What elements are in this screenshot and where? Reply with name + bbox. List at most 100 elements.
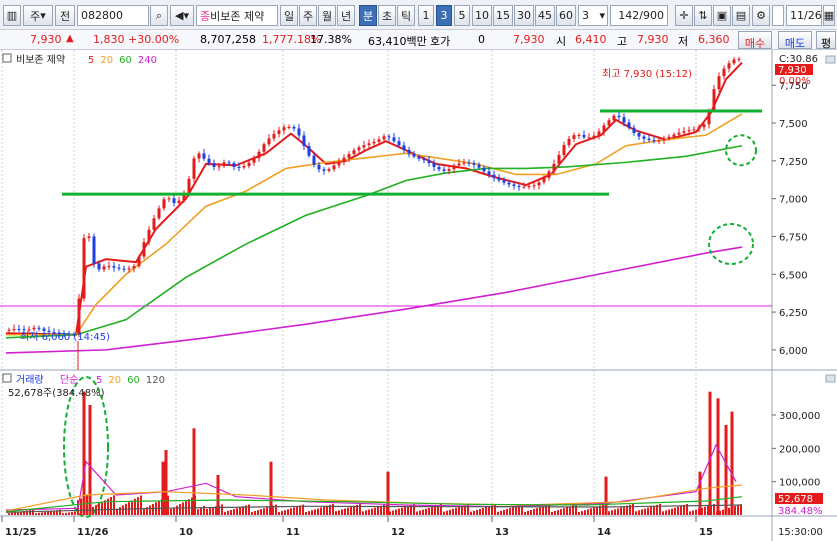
volume-bar <box>500 510 502 515</box>
tab-period-minute[interactable]: 분 <box>359 5 377 26</box>
candle-body <box>622 117 626 123</box>
current-volume-label: 52,678 <box>778 494 813 505</box>
tab-period-year[interactable]: 년 <box>337 5 355 26</box>
tab-period-week[interactable]: 주 <box>299 5 317 26</box>
price-y-tick-label: 7,250 <box>779 157 808 168</box>
volume-bar <box>560 509 562 515</box>
volume-bar <box>584 510 586 515</box>
period-toggle[interactable]: 전 <box>55 5 75 26</box>
candle-body <box>677 132 681 135</box>
volume-spike-bar <box>716 398 720 515</box>
volume-bar <box>581 511 583 515</box>
volume-spike-bar <box>216 475 220 515</box>
crosshair-icon[interactable]: ✛ <box>675 5 693 26</box>
top-right-label: C:30.86 <box>779 54 818 65</box>
interval-5[interactable]: 5 <box>454 5 470 26</box>
volume-bar <box>254 511 256 515</box>
candle-body <box>297 128 301 136</box>
speaker-icon[interactable]: ◀▾ <box>170 5 194 26</box>
tools-icon[interactable]: ⇅ <box>694 5 712 26</box>
candle-body <box>302 135 306 147</box>
sell-button[interactable]: 매도 <box>778 31 812 50</box>
candle-body <box>202 153 206 159</box>
volume-bar <box>665 510 667 515</box>
search-icon[interactable]: ⌕ <box>150 5 168 26</box>
volume-bar <box>542 506 544 515</box>
volume-bar <box>623 506 625 515</box>
candle-body <box>607 120 611 126</box>
candle-body <box>547 171 551 178</box>
tab-period-second[interactable]: 초 <box>378 5 396 26</box>
interval-3[interactable]: 3 <box>436 5 452 26</box>
interval-60[interactable]: 60 <box>556 5 576 26</box>
volume-bar <box>533 509 535 515</box>
volume-bar <box>371 508 373 515</box>
market-select[interactable]: 주 ▾ <box>23 5 53 26</box>
candle-body <box>572 135 576 139</box>
volume-bar <box>344 508 346 515</box>
tab-period-month[interactable]: 월 <box>318 5 336 26</box>
x-tick-label: 14 <box>597 527 611 538</box>
interval-30[interactable]: 30 <box>514 5 534 26</box>
interval-select[interactable]: 3 ▾ <box>578 5 608 26</box>
save-icon[interactable]: ▣ <box>713 5 731 26</box>
volume-bar <box>248 504 250 515</box>
stock-chart[interactable]: 6,0006,2506,5006,7507,0007,2507,5007,750… <box>0 50 837 541</box>
volume-bar <box>470 511 472 515</box>
interval-10[interactable]: 10 <box>472 5 492 26</box>
date-checkbox[interactable] <box>772 5 784 26</box>
stock-code-input[interactable]: 082800 <box>77 5 149 26</box>
volume-bar <box>620 507 622 515</box>
interval-1[interactable]: 1 <box>418 5 434 26</box>
low-annotation: 최저 6,060 (14:45) <box>20 331 110 343</box>
candle-body <box>337 161 341 166</box>
volume-bar <box>566 507 568 515</box>
volume-bar <box>71 511 73 515</box>
chart-type-icon[interactable]: ▥ <box>3 5 21 26</box>
candle-body <box>287 126 291 128</box>
candle-body <box>562 145 566 155</box>
volume-bar <box>113 495 115 515</box>
current-pct-label: 0.00% <box>779 76 811 87</box>
ma-legend-item: 5 <box>88 55 94 66</box>
volume-bar <box>176 505 178 515</box>
volume-bar <box>737 505 739 515</box>
eval-button[interactable]: 평 <box>816 31 836 50</box>
date-field[interactable]: 11/26 <box>786 5 822 26</box>
stock-name-field[interactable]: 종 비보존 제약 <box>196 5 278 26</box>
current-price-label: 7,930 <box>778 65 807 76</box>
volume-bar <box>380 505 382 515</box>
candle-body <box>212 163 216 167</box>
volume-bar <box>239 507 241 515</box>
candle-body <box>322 169 326 171</box>
candle-body <box>697 127 701 130</box>
x-tick-label: 11/26 <box>77 527 109 538</box>
volume-bar <box>347 507 349 515</box>
interval-15[interactable]: 15 <box>493 5 513 26</box>
tab-period-tick[interactable]: 틱 <box>397 5 415 26</box>
buy-button[interactable]: 매수 <box>738 31 772 50</box>
volume-spike-bar <box>88 405 92 515</box>
volume-bar <box>296 506 298 515</box>
low-label: 저 <box>678 35 689 48</box>
candle-body <box>722 68 726 77</box>
image-icon[interactable]: ▤ <box>732 5 750 26</box>
volume-panel-scroll[interactable] <box>825 374 836 383</box>
volume-bar <box>131 500 133 515</box>
calendar-icon[interactable]: ▦ <box>823 5 835 26</box>
candle-body <box>87 236 91 238</box>
count-field[interactable]: 142/900 <box>610 5 668 26</box>
gear-icon[interactable]: ⚙ <box>752 5 770 26</box>
volume-bar <box>452 508 454 515</box>
candle-body <box>137 256 141 267</box>
candle-body <box>582 134 586 138</box>
candle-body <box>667 136 671 139</box>
volume-bar <box>449 509 451 515</box>
price-panel-scroll[interactable] <box>825 55 836 64</box>
volume-bar <box>482 508 484 515</box>
volume-bar <box>404 506 406 515</box>
interval-45[interactable]: 45 <box>535 5 555 26</box>
tab-period-day[interactable]: 일 <box>280 5 298 26</box>
volume-bar <box>632 503 634 515</box>
candle-body <box>272 133 276 139</box>
